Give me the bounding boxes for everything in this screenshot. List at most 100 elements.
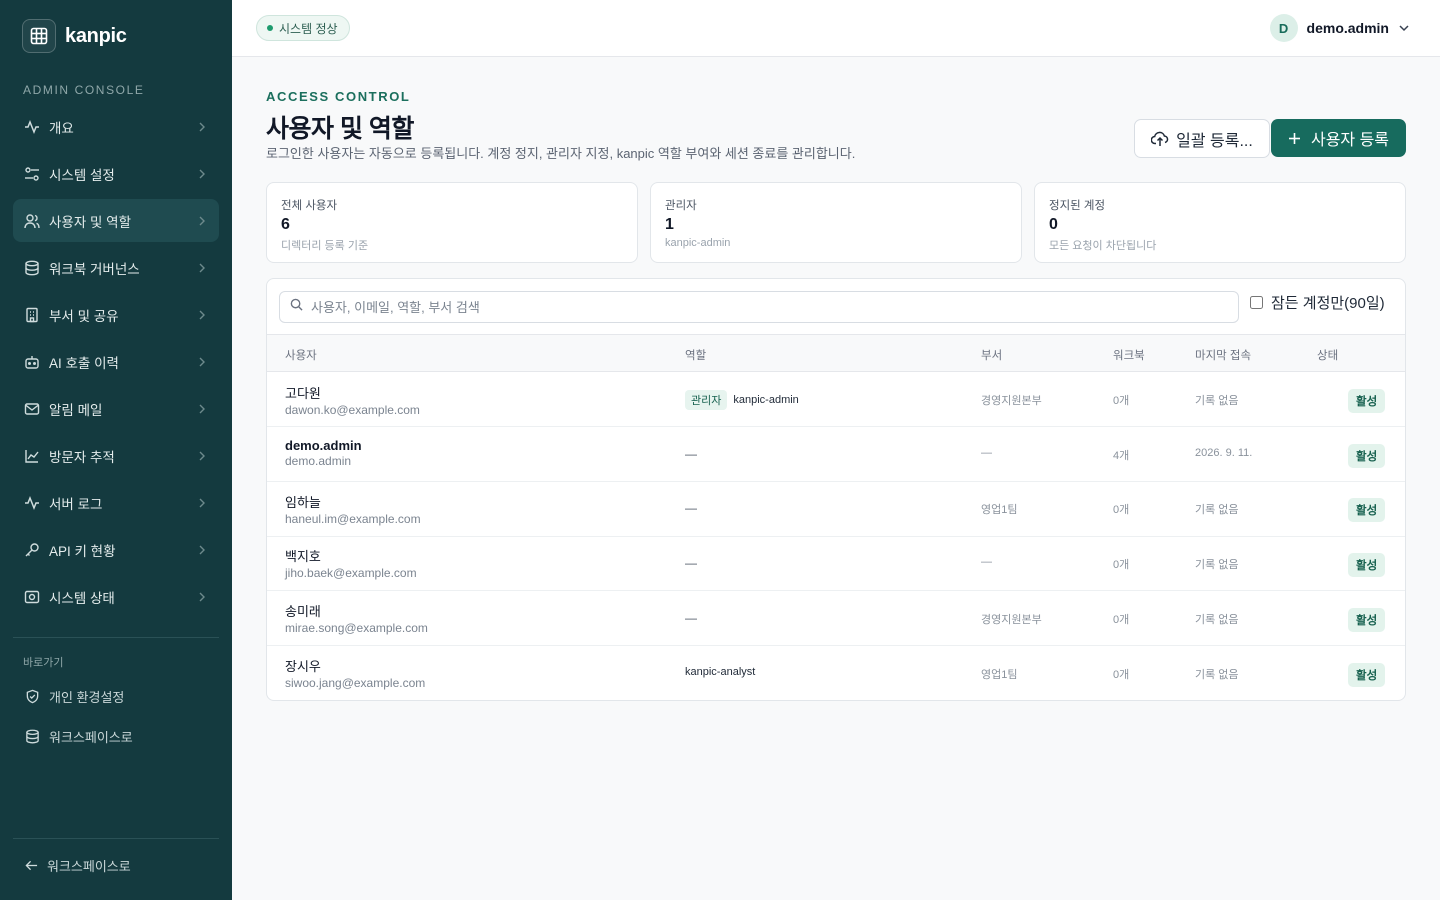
role-cell: — [685,611,697,625]
cloud-upload-icon [1151,131,1169,147]
table-row[interactable]: 송미래 mirae.song@example.com — 경영지원본부 0개 기… [267,591,1405,646]
shortcut-workspace[interactable]: 워크스페이스로 [13,716,219,756]
dormant-checkbox[interactable] [1250,296,1263,309]
sidebar-nav: 개요 시스템 설정 사용자 및 역할 워크북 거버넌스 부서 및 공유 AI 호… [13,105,219,622]
sidebar-item-workbook-governance[interactable]: 워크북 거버넌스 [13,246,219,289]
top-bar: 시스템 정상 D demo.admin [232,0,1440,57]
user-menu[interactable]: D demo.admin [1269,14,1410,42]
last-login-cell: 기록 없음 [1195,614,1239,626]
admin-role-badge: 관리자 [685,390,728,410]
arrow-left-icon [23,858,39,874]
table-row[interactable]: 임하늘 haneul.im@example.com — 영업1팀 0개 기록 없… [267,482,1405,537]
database-icon [24,260,40,276]
dormant-filter[interactable]: 잠든 계정만(90일) [1250,292,1385,313]
page-description: 로그인한 사용자는 자동으로 등록됩니다. 계정 정지, 관리자 지정, kan… [266,146,856,161]
status-badge: 활성 [1348,389,1386,413]
status-dot-icon [267,25,273,31]
sidebar-item-label: 워크북 거버넌스 [49,261,140,277]
sidebar-item-ai-history[interactable]: AI 호출 이력 [13,340,219,383]
brand-name: kanpic [65,24,127,47]
col-last-login: 마지막 접속 [1195,350,1252,362]
search-icon [290,298,303,316]
shortcut-preferences[interactable]: 개인 환경설정 [13,676,219,716]
shortcut-list: 개인 환경설정 워크스페이스로 [13,676,219,756]
sidebar-item-server-logs[interactable]: 서버 로그 [13,481,219,524]
sidebar-item-mail[interactable]: 알림 메일 [13,387,219,430]
sidebar-item-departments[interactable]: 부서 및 공유 [13,293,219,336]
col-dept: 부서 [981,350,1003,362]
sidebar-item-system-settings[interactable]: 시스템 설정 [13,152,219,195]
chevron-right-icon [198,216,208,226]
system-status-pill: 시스템 정상 [256,15,350,41]
bulk-register-button[interactable]: 일괄 등록... [1134,119,1270,158]
stat-sub: 디렉터리 등록 기준 [281,240,369,252]
sidebar-item-system-status[interactable]: 시스템 상태 [13,575,219,618]
sidebar-item-users-roles[interactable]: 사용자 및 역할 [13,199,219,242]
shortcut-label-text: 개인 환경설정 [49,689,125,705]
user-email-cell: dawon.ko@example.com [285,403,420,417]
role-cell: kanpic-analyst [685,666,755,678]
activity-icon [24,119,40,135]
database-icon [24,728,40,744]
sidebar-item-label: 시스템 상태 [49,590,115,606]
user-name: demo.admin [1306,20,1389,36]
col-user: 사용자 [285,350,317,362]
sidebar-item-visitor-tracking[interactable]: 방문자 추적 [13,434,219,477]
stat-sub: 모든 요청이 차단됩니다 [1049,240,1157,252]
sidebar-divider [13,838,219,839]
user-email-cell: siwoo.jang@example.com [285,676,426,690]
page-title: 사용자 및 역할 [266,115,414,143]
search-input[interactable] [311,299,1211,315]
back-to-workspace-link[interactable]: 워크스페이스로 [23,856,131,875]
sidebar-item-label: 서버 로그 [49,496,103,512]
user-email-cell: mirae.song@example.com [285,621,428,635]
last-login-cell: 2026. 9. 11. [1195,447,1253,459]
workbook-count-cell: 4개 [1113,450,1130,462]
stat-card-total-users: 전체 사용자 6 디렉터리 등록 기준 [266,182,638,263]
stat-label: 정지된 계정 [1049,200,1106,212]
add-user-label: 사용자 등록 [1310,132,1390,149]
last-login-cell: 기록 없음 [1195,559,1239,571]
sidebar: kanpic ADMIN CONSOLE 개요 시스템 설정 사용자 및 역할 … [0,0,232,900]
key-icon [24,542,40,558]
brand[interactable]: kanpic [22,19,127,53]
role-cell: 관리자 kanpic-admin [685,390,799,410]
sidebar-divider [13,637,219,638]
plus-icon [1288,132,1301,145]
chevron-right-icon [198,122,208,132]
status-camera-icon [24,589,40,605]
users-table-card: 잠든 계정만(90일) 사용자 역할 부서 워크북 마지막 접속 상태 고다원 … [266,278,1406,701]
dept-cell: — [981,447,992,459]
chevron-right-icon [198,357,208,367]
table-row[interactable]: demo.admin demo.admin — — 4개 2026. 9. 11… [267,427,1405,482]
add-user-button[interactable]: 사용자 등록 [1271,119,1406,157]
status-badge: 활성 [1348,663,1386,687]
chevron-right-icon [198,404,208,414]
dept-cell: 경영지원본부 [981,614,1042,626]
table-row[interactable]: 고다원 dawon.ko@example.com 관리자 kanpic-admi… [267,372,1405,427]
status-badge: 활성 [1348,498,1386,522]
table-row[interactable]: 백지호 jiho.baek@example.com — — 0개 기록 없음 활… [267,536,1405,591]
dept-cell: 영업1팀 [981,504,1018,516]
user-name-cell: 송미래 [285,604,321,619]
workbook-count-cell: 0개 [1113,559,1130,571]
table-row[interactable]: 장시우 siwoo.jang@example.com kanpic-analys… [267,646,1405,700]
search-box [279,291,1239,323]
chevron-down-icon [1398,22,1410,34]
sidebar-item-label: 사용자 및 역할 [49,214,132,230]
stat-sub: kanpic-admin [665,237,731,249]
sidebar-item-label: AI 호출 이력 [49,355,119,371]
stat-card-suspended: 정지된 계정 0 모든 요청이 차단됩니다 [1034,182,1406,263]
chevron-right-icon [198,451,208,461]
building-icon [24,307,40,323]
dept-cell: 영업1팀 [981,669,1018,681]
workbook-count-cell: 0개 [1113,504,1130,516]
chevron-right-icon [198,310,208,320]
sidebar-item-overview[interactable]: 개요 [13,105,219,148]
sidebar-item-label: API 키 현황 [49,543,116,559]
role-cell: — [685,501,697,515]
settings-sliders-icon [24,166,40,182]
role-cell: — [685,447,697,461]
sidebar-item-api-keys[interactable]: API 키 현황 [13,528,219,571]
mail-icon [24,401,40,417]
